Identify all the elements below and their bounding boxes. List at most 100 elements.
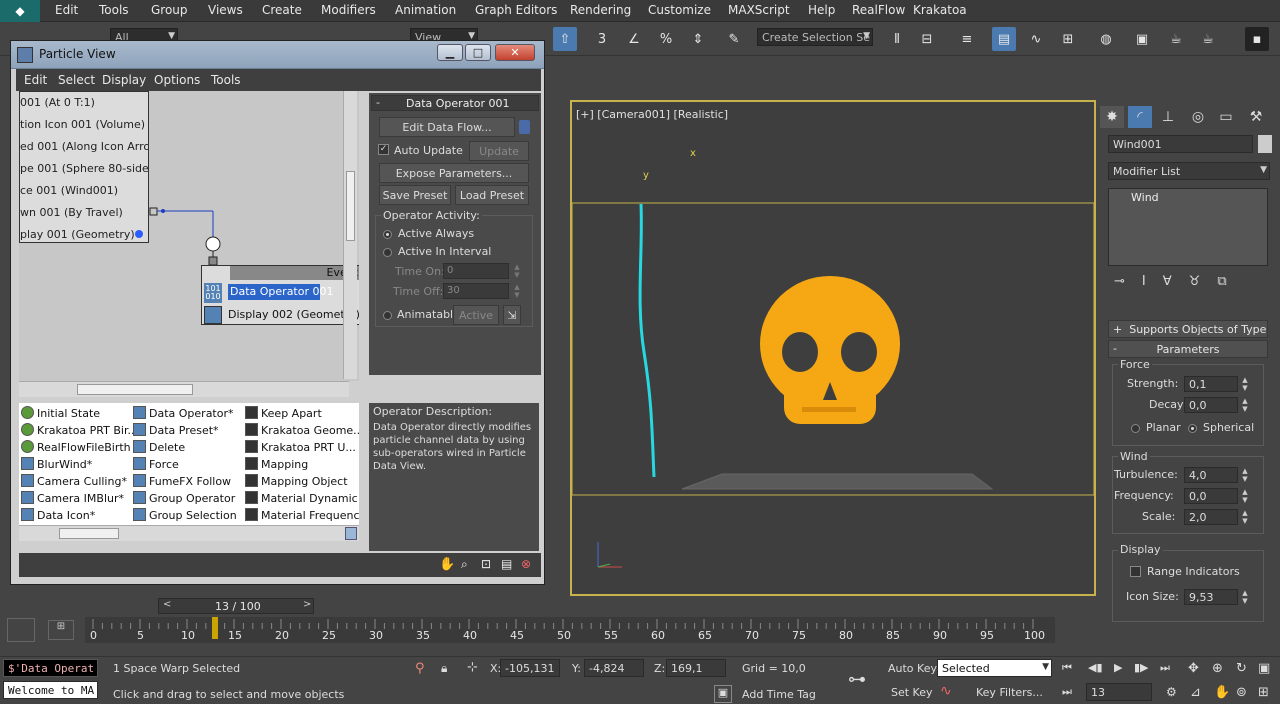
depot-item[interactable]: RealFlowFileBirth bbox=[21, 440, 131, 457]
selection-lock-icon[interactable]: 🔒︎ bbox=[441, 661, 447, 676]
depot-item[interactable]: Data Icon* bbox=[21, 508, 95, 525]
angle-snap-icon[interactable]: ∠ bbox=[622, 27, 646, 51]
spherical-radio[interactable] bbox=[1188, 424, 1197, 433]
strength-spinner-arrows[interactable]: ▲ ▼ bbox=[1241, 376, 1249, 392]
field-of-view-icon[interactable]: ⊿ bbox=[1190, 685, 1201, 700]
frequency-spinner[interactable]: 0,0 bbox=[1184, 488, 1238, 504]
edit-data-flow-button[interactable]: Edit Data Flow... bbox=[379, 117, 515, 137]
particle-view-titlebar[interactable]: Particle View ▁ □ ✕ bbox=[11, 41, 544, 69]
expose-parameters-button[interactable]: Expose Parameters... bbox=[379, 163, 529, 183]
particle-view-event-canvas[interactable]: 001 (At 0 T:1) tion Icon 001 (Volume) ed… bbox=[19, 91, 359, 381]
absolute-mode-icon[interactable]: ⊹ bbox=[467, 660, 478, 675]
zoom-icon[interactable]: ✥ bbox=[1188, 661, 1199, 676]
menu-rendering[interactable]: Rendering bbox=[570, 3, 631, 17]
scale-spinner-arrows[interactable]: ▲ ▼ bbox=[1241, 509, 1249, 525]
menu-group[interactable]: Group bbox=[151, 3, 188, 17]
depot-item[interactable]: Krakatoa Geome... bbox=[245, 423, 359, 440]
y-coordinate[interactable]: -4,824 bbox=[584, 659, 644, 677]
active-always-radio[interactable] bbox=[383, 230, 392, 239]
depot-item[interactable]: Material Frequency bbox=[245, 508, 359, 525]
sd-icon[interactable]: ▪ bbox=[1245, 27, 1269, 51]
scene-explorer-icon[interactable]: ▤ bbox=[992, 27, 1016, 51]
depot-item[interactable]: Camera IMBlur* bbox=[21, 491, 124, 508]
auto-key-button[interactable]: Auto Key bbox=[888, 662, 937, 675]
go-to-end-icon[interactable]: ⏭ bbox=[1160, 661, 1170, 675]
animatable-radio[interactable] bbox=[383, 311, 392, 320]
pan-hand-icon[interactable]: ✋ bbox=[439, 557, 455, 572]
menu-edit[interactable]: Edit bbox=[55, 3, 78, 17]
turbulence-spinner-arrows[interactable]: ▲ ▼ bbox=[1241, 467, 1249, 483]
supports-objects-rollout[interactable]: + Supports Objects of Type bbox=[1108, 320, 1268, 338]
depot-item[interactable]: FumeFX Follow bbox=[133, 474, 231, 491]
depot-item[interactable]: Krakatoa PRT Bir... bbox=[21, 423, 138, 440]
menu-customize[interactable]: Customize bbox=[648, 3, 711, 17]
maximize-viewport-icon[interactable]: ▣ bbox=[1258, 661, 1270, 676]
time-config-icon[interactable]: ⚙ bbox=[1166, 685, 1177, 699]
decay-spinner[interactable]: 0,0 bbox=[1184, 397, 1238, 413]
auto-update-checkbox[interactable]: ✓ bbox=[378, 144, 389, 155]
menu-graph-editors[interactable]: Graph Editors bbox=[475, 3, 557, 17]
pv-menu-edit[interactable]: Edit bbox=[24, 73, 47, 87]
menu-create[interactable]: Create bbox=[262, 3, 302, 17]
hierarchy-tab-icon[interactable]: ⊥ bbox=[1156, 106, 1180, 128]
planar-radio[interactable] bbox=[1131, 424, 1140, 433]
motion-tab-icon[interactable]: ◎ bbox=[1186, 106, 1210, 128]
strength-spinner[interactable]: 0,1 bbox=[1184, 376, 1238, 392]
scroll-thumb[interactable] bbox=[59, 528, 119, 539]
make-unique-icon[interactable]: ∀ bbox=[1163, 274, 1189, 289]
maximize-button[interactable]: □ bbox=[465, 44, 491, 61]
render-setup-icon[interactable]: ▣ bbox=[1130, 27, 1154, 51]
depot-item[interactable]: Camera Culling* bbox=[21, 474, 127, 491]
display-tab-icon[interactable]: ▭ bbox=[1214, 106, 1238, 128]
mini-curve-editor-icon[interactable] bbox=[7, 618, 35, 642]
isolate-selection-icon[interactable]: ⚲ bbox=[415, 661, 425, 676]
menu-animation[interactable]: Animation bbox=[395, 3, 456, 17]
utilities-tab-icon[interactable]: ⚒ bbox=[1244, 106, 1268, 128]
pv-menu-options[interactable]: Options bbox=[154, 73, 200, 87]
menu-tools[interactable]: Tools bbox=[99, 3, 129, 17]
depot-item[interactable]: Group Selection bbox=[133, 508, 237, 525]
app-logo-icon[interactable]: ◆ bbox=[0, 0, 40, 22]
props-rollout-header[interactable]: - Data Operator 001 bbox=[371, 95, 539, 111]
active-interval-radio[interactable] bbox=[383, 248, 392, 257]
data-flow-lock-icon[interactable] bbox=[519, 120, 530, 134]
maxscript-listener-line1[interactable]: $'Data Operat bbox=[3, 659, 98, 677]
current-frame-marker[interactable] bbox=[212, 617, 219, 639]
orbit-icon[interactable]: ↻ bbox=[1236, 661, 1247, 676]
curve-editor-icon[interactable]: ∿ bbox=[1024, 27, 1048, 51]
keyboard-shortcut-override-icon[interactable]: ⇧ bbox=[553, 27, 577, 51]
depot-item[interactable]: Force bbox=[133, 457, 179, 474]
frequency-spinner-arrows[interactable]: ▲ ▼ bbox=[1241, 488, 1249, 504]
canvas-horizontal-scrollbar[interactable] bbox=[19, 381, 349, 397]
zoom-icon[interactable]: ⌕ bbox=[461, 557, 468, 572]
edit-named-selection-icon[interactable]: ✎ bbox=[722, 27, 746, 51]
save-preset-button[interactable]: Save Preset bbox=[379, 185, 451, 205]
z-coordinate[interactable]: 169,1 bbox=[666, 659, 726, 677]
menu-realflow[interactable]: RealFlow bbox=[852, 3, 905, 17]
depot-horizontal-scrollbar[interactable] bbox=[19, 525, 359, 541]
depot-item[interactable]: Keep Apart bbox=[245, 406, 322, 423]
scale-spinner[interactable]: 2,0 bbox=[1184, 509, 1238, 525]
viewport-camera001[interactable]: [+] [Camera001] [Realistic] x y bbox=[570, 100, 1096, 596]
depot-item[interactable]: Data Operator* bbox=[133, 406, 234, 423]
time-on-field[interactable]: 0 bbox=[443, 263, 509, 279]
time-slider-prev-icon[interactable]: < bbox=[163, 599, 171, 610]
depot-item[interactable]: Material Dynamic bbox=[245, 491, 358, 508]
mirror-icon[interactable]: ⫴ bbox=[885, 27, 909, 51]
material-editor-icon[interactable]: ◍ bbox=[1094, 27, 1118, 51]
zoom-all-icon[interactable]: ⊕ bbox=[1212, 661, 1223, 676]
menu-views[interactable]: Views bbox=[208, 3, 243, 17]
remove-modifier-icon[interactable]: ♉ bbox=[1189, 274, 1218, 289]
no-zoom-icon[interactable]: ⊗ bbox=[521, 557, 531, 571]
spinner-snap-icon[interactable]: ⇕ bbox=[686, 27, 710, 51]
particle-view-window[interactable]: Particle View ▁ □ ✕ Edit Select Display … bbox=[10, 40, 545, 585]
snap-toggle-icon[interactable]: 3 bbox=[590, 27, 614, 51]
key-filters-button[interactable]: Key Filters... bbox=[976, 686, 1043, 699]
depot-item[interactable]: Group Operator bbox=[133, 491, 235, 508]
go-to-start-icon[interactable]: ⏮ bbox=[1062, 661, 1072, 675]
time-off-field[interactable]: 30 bbox=[443, 283, 509, 299]
render-production-icon[interactable]: ☕ bbox=[1196, 27, 1220, 51]
zoom-region-icon[interactable]: ⊡ bbox=[481, 557, 491, 571]
parameters-rollout[interactable]: - Parameters bbox=[1108, 340, 1268, 358]
set-key-curve-icon[interactable]: ∿ bbox=[940, 683, 952, 699]
